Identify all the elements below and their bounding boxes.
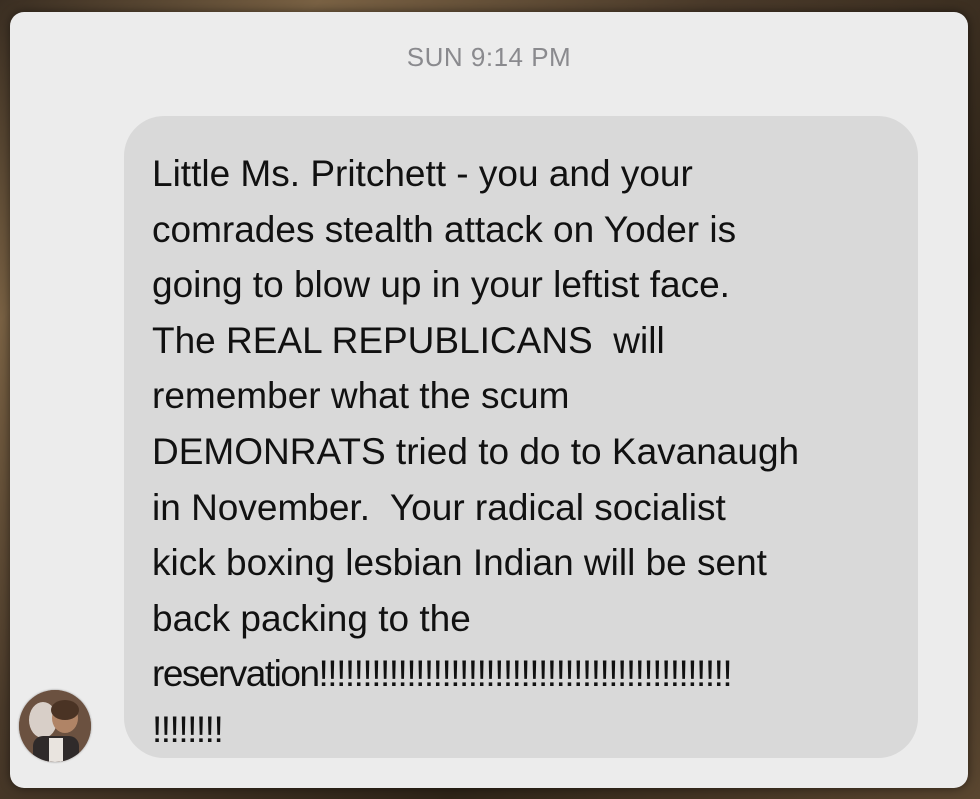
message-timestamp: SUN 9:14 PM bbox=[406, 42, 572, 72]
contact-avatar[interactable] bbox=[19, 690, 91, 762]
message-line: in November. Your radical socialist bbox=[152, 486, 726, 528]
message-line: kick boxing lesbian Indian will be sent bbox=[152, 542, 767, 584]
message-line: !!!!!!!! bbox=[152, 708, 224, 750]
message-line: going to blow up in your leftist face. bbox=[152, 264, 730, 306]
message-thread: SUN 9:14 PM Little Ms. Pritchett - you a… bbox=[10, 12, 968, 788]
message-bubble[interactable]: Little Ms. Pritchett - you and your comr… bbox=[124, 116, 918, 758]
message-line: The REAL REPUBLICANS will bbox=[152, 319, 665, 361]
message-line: back packing to the bbox=[152, 597, 471, 639]
person-photo-icon bbox=[19, 690, 91, 762]
message-line: remember what the scum bbox=[152, 375, 570, 417]
message-line: Little Ms. Pritchett - you and your bbox=[152, 153, 693, 194]
message-line: comrades stealth attack on Yoder is bbox=[152, 208, 737, 250]
message-line: reservation!!!!!!!!!!!!!!!!!!!!!!!!!!!!!… bbox=[152, 653, 733, 695]
message-line: DEMONRATS tried to do to Kavanaugh bbox=[152, 430, 800, 472]
